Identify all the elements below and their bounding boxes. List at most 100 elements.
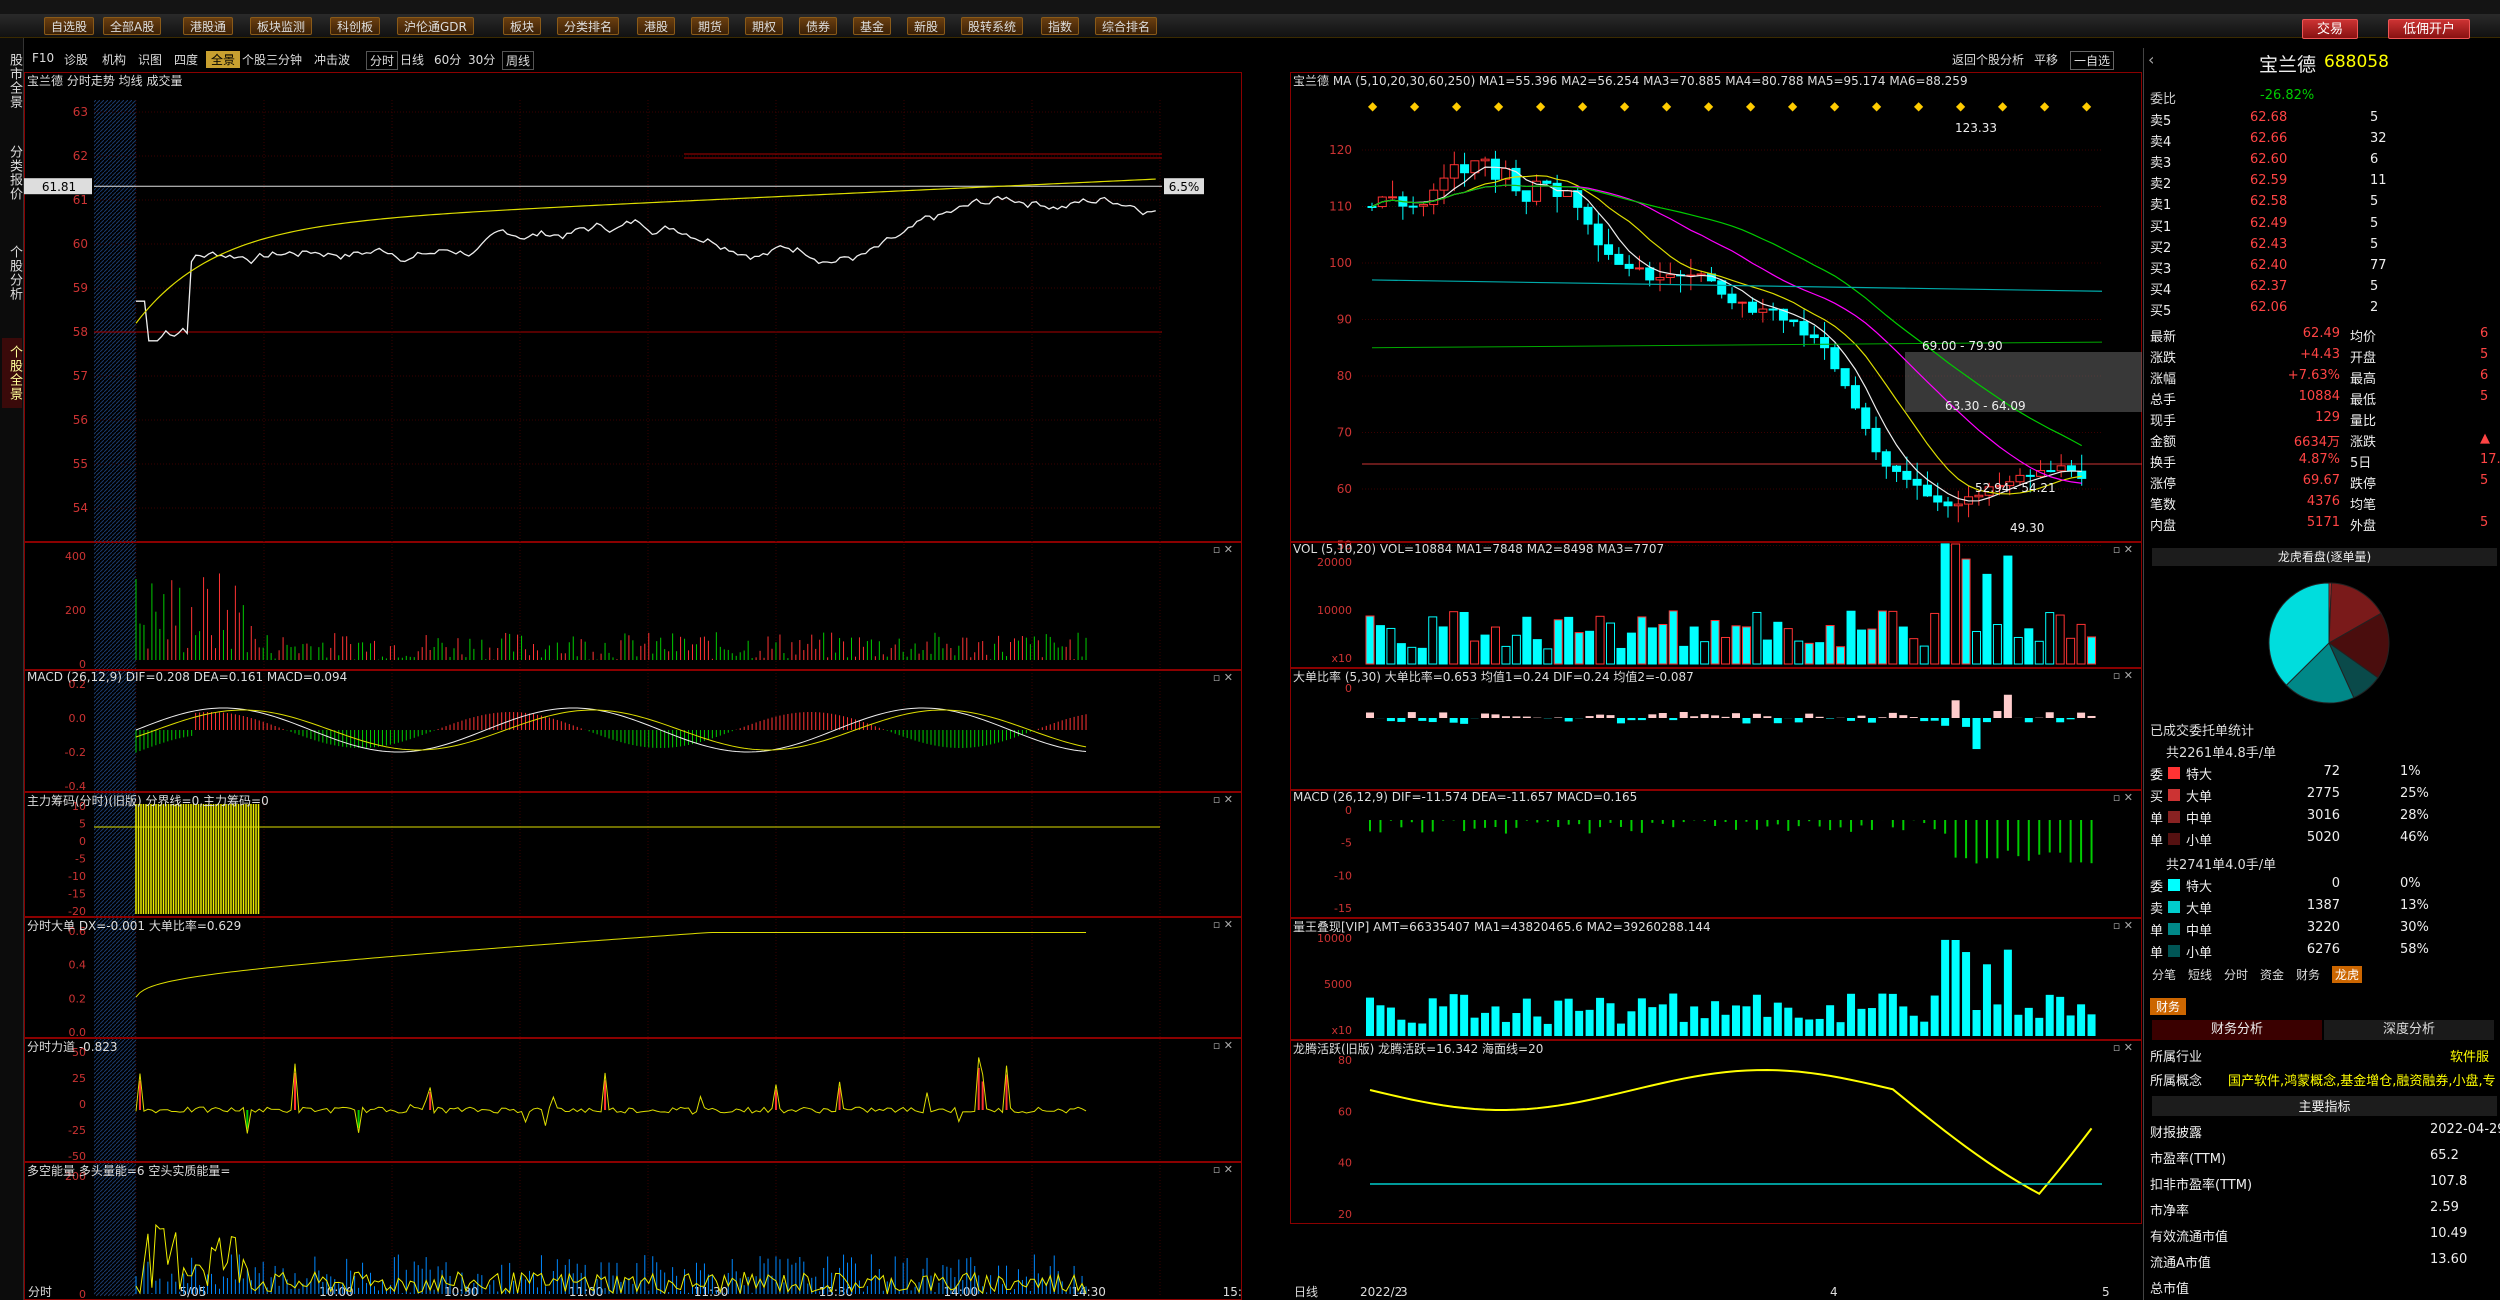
finance-analysis-tab[interactable]: 财务分析	[2152, 1020, 2322, 1040]
intraday-sub-panel-5[interactable]: 多空能量 多头量能=6 空头实质能量= ▫ ✕	[24, 1162, 1242, 1300]
panel-close-icon[interactable]: ▫ ✕	[2113, 919, 2133, 932]
svg-text:◆: ◆	[1956, 99, 1966, 113]
intraday-sub-panel-4[interactable]: 分时力道 -0.823 ▫ ✕	[24, 1038, 1242, 1162]
open-account-button[interactable]: 低佣开户	[2388, 19, 2471, 39]
ask-row-2[interactable]: 卖3 62.60 6	[2150, 152, 2500, 172]
bid-row-3[interactable]: 买4 62.37 5	[2150, 279, 2500, 299]
watchlist-dropdown[interactable]: 一自选	[2070, 51, 2115, 70]
stat-label: 外盘	[2350, 519, 2377, 534]
left-tab-stock-analysis[interactable]: 个股分析	[2, 238, 22, 308]
top-menu-6[interactable]: 板块	[503, 17, 542, 35]
tab-f10[interactable]: F10	[32, 51, 54, 65]
bottom-tab-4[interactable]: 财务	[2296, 966, 2320, 983]
left-tab-stock-overview[interactable]: 个股全景	[2, 338, 22, 408]
webi-value: -26.82%	[2260, 88, 2315, 103]
ask-row-0[interactable]: 卖5 62.68 5	[2150, 110, 2500, 130]
finance-tab[interactable]: 财务	[2150, 998, 2187, 1015]
panel-close-icon[interactable]: ▫ ✕	[2113, 669, 2133, 682]
top-menu-1[interactable]: 全部A股	[103, 17, 162, 35]
back-to-analysis-link[interactable]: 返回个股分析	[1952, 51, 2024, 68]
date-tick: 日线	[1294, 1285, 1318, 1299]
kline-sub-panel-0[interactable]: VOL (5,10,20) VOL=10884 MA1=7848 MA2=849…	[1290, 542, 2142, 668]
tab-60min[interactable]: 60分	[434, 51, 461, 68]
left-tab-classify[interactable]: 分类报价	[2, 138, 22, 208]
kline-sub-panel-4[interactable]: 龙腾活跃(旧版) 龙腾活跃=16.342 海面线=20 ▫ ✕	[1290, 1040, 2142, 1224]
tab-daily[interactable]: 日线	[400, 51, 424, 68]
back-arrow-icon[interactable]: ‹	[2148, 50, 2154, 69]
webi-label: 委比	[2150, 92, 2177, 107]
stat-label: 5日	[2350, 456, 2372, 471]
finance-item-value: 13.60	[2430, 1252, 2468, 1267]
intraday-sub-panel-3[interactable]: 分时大单 DX=-0.001 大单比率=0.629 ▫ ✕	[24, 917, 1242, 1038]
bottom-tab-3[interactable]: 资金	[2260, 966, 2284, 983]
tab-intraday[interactable]: 分时	[366, 51, 399, 70]
top-menu-3[interactable]: 板块监测	[250, 17, 313, 35]
intraday-sub-panel-2[interactable]: 主力筹码(分时)(旧版) 分界线=0,主力筹码=0 ▫ ✕	[24, 792, 1242, 917]
intraday-y-tick: 55	[73, 457, 88, 471]
tab-weekly[interactable]: 周线	[502, 51, 535, 70]
intraday-sub-panel-0[interactable]: ▫ ✕	[24, 542, 1242, 670]
top-menu-15[interactable]: 指数	[1041, 17, 1080, 35]
pan-button[interactable]: 平移	[2034, 51, 2058, 68]
panel-close-icon[interactable]: ▫ ✕	[1213, 793, 1233, 806]
kline-sub-panel-3[interactable]: 量王叠现[VIP] AMT=66335407 MA1=43820465.6 MA…	[1290, 918, 2142, 1040]
ask-row-1[interactable]: 卖4 62.66 32	[2150, 131, 2500, 151]
deep-analysis-tab[interactable]: 深度分析	[2324, 1020, 2494, 1040]
longhu-done-label: 已成交委托单统计	[2150, 724, 2255, 739]
intraday-sub-panel-1[interactable]: MACD (26,12,9) DIF=0.208 DEA=0.161 MACD=…	[24, 670, 1242, 792]
top-menu-4[interactable]: 科创板	[330, 17, 381, 35]
bottom-tab-2[interactable]: 分时	[2224, 966, 2248, 983]
kline-sub-panel-1[interactable]: 大单比率 (5,30) 大单比率=0.653 均值1=0.24 DIF=0.24…	[1290, 668, 2142, 790]
bottom-tab-0[interactable]: 分笔	[2152, 966, 2176, 983]
bid-price: 62.37	[2250, 279, 2288, 294]
top-menu-9[interactable]: 期货	[691, 17, 730, 35]
bid-row-2[interactable]: 买3 62.40 77	[2150, 258, 2500, 278]
top-menu-0[interactable]: 自选股	[44, 17, 95, 35]
left-tab-market[interactable]: 股市全景	[2, 46, 22, 116]
stat-value: 17.	[2480, 452, 2500, 467]
longhu-sell-row-1: 卖 大单 1387 13%	[2150, 898, 2500, 918]
tab-recognize[interactable]: 识图	[138, 51, 162, 68]
tab-30min[interactable]: 30分	[468, 51, 495, 68]
panel-close-icon[interactable]: ▫ ✕	[1213, 918, 1233, 931]
top-menu-13[interactable]: 新股	[907, 17, 946, 35]
svg-text:◆: ◆	[1662, 99, 1672, 113]
tab-three-minute[interactable]: 个股三分钟	[242, 51, 302, 68]
top-menu-2[interactable]: 港股通	[183, 17, 234, 35]
panel-close-icon[interactable]: ▫ ✕	[1213, 671, 1233, 684]
top-menu-10[interactable]: 期权	[745, 17, 784, 35]
panel-close-icon[interactable]: ▫ ✕	[1213, 543, 1233, 556]
kline-y-tick: 90	[1337, 313, 1352, 327]
bottom-tab-1[interactable]: 短线	[2188, 966, 2212, 983]
bottom-tab-5[interactable]: 龙虎	[2332, 966, 2363, 983]
bid-row-1[interactable]: 买2 62.43 5	[2150, 237, 2500, 257]
bid-row-4[interactable]: 买5 62.06 2	[2150, 300, 2500, 320]
tab-diagnose[interactable]: 诊股	[64, 51, 88, 68]
top-menu-7[interactable]: 分类排名	[557, 17, 620, 35]
tab-impact-wave[interactable]: 冲击波	[314, 51, 350, 68]
ask-volume: 5	[2370, 194, 2379, 209]
panel-close-icon[interactable]: ▫ ✕	[2113, 1041, 2133, 1054]
panel-close-icon[interactable]: ▫ ✕	[2113, 543, 2133, 556]
top-menu-16[interactable]: 综合排名	[1095, 17, 1158, 35]
trade-button[interactable]: 交易	[2302, 19, 2359, 39]
tab-panorama[interactable]: 全景	[206, 51, 241, 68]
longhu-buy-row-0: 委 特大 72 1%	[2150, 764, 2500, 784]
panel-close-icon[interactable]: ▫ ✕	[1213, 1163, 1233, 1176]
kline-price-label: 52.94 - 54.21	[1975, 481, 2056, 495]
longhu-count: 1387	[2306, 898, 2340, 913]
panel-close-icon[interactable]: ▫ ✕	[2113, 791, 2133, 804]
top-menu-12[interactable]: 基金	[853, 17, 892, 35]
top-menu-5[interactable]: 沪伦通GDR	[397, 17, 474, 35]
kline-sub-panel-2[interactable]: MACD (26,12,9) DIF=-11.574 DEA=-11.657 M…	[1290, 790, 2142, 918]
top-menu-8[interactable]: 港股	[637, 17, 676, 35]
bid-volume: 2	[2370, 300, 2379, 315]
top-menu-11[interactable]: 债券	[799, 17, 838, 35]
tab-four-degree[interactable]: 四度	[174, 51, 198, 68]
ask-row-3[interactable]: 卖2 62.59 11	[2150, 173, 2500, 193]
top-menu-14[interactable]: 股转系统	[961, 17, 1024, 35]
panel-close-icon[interactable]: ▫ ✕	[1213, 1039, 1233, 1052]
ask-row-4[interactable]: 卖1 62.58 5	[2150, 194, 2500, 214]
bid-row-0[interactable]: 买1 62.49 5	[2150, 216, 2500, 236]
tab-institution[interactable]: 机构	[102, 51, 126, 68]
